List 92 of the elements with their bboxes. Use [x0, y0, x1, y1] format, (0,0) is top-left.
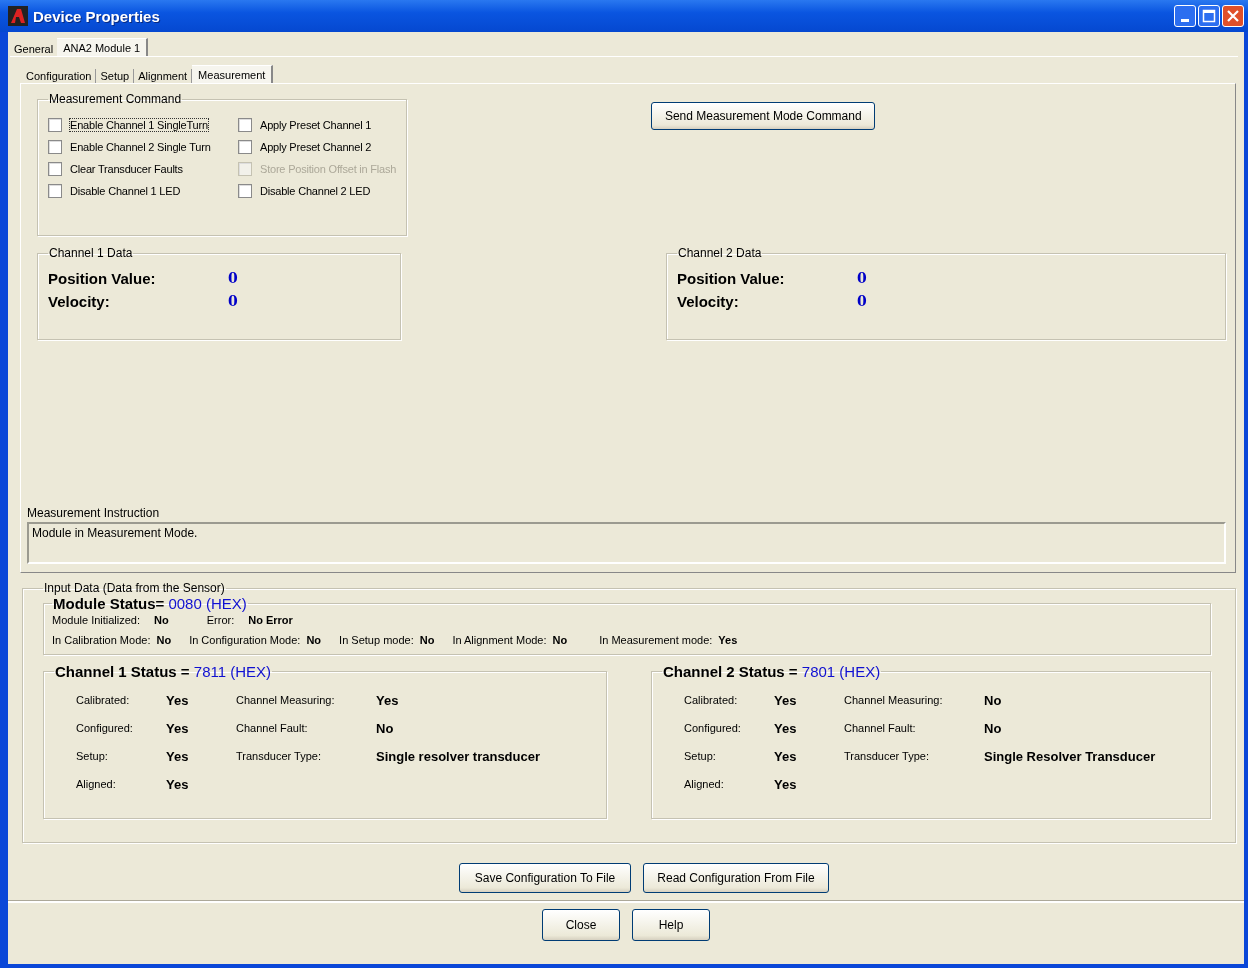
field-label: Velocity: [48, 293, 111, 310]
status-value: No Error [248, 614, 293, 626]
status-value: No [306, 634, 322, 646]
status-value: Yes [718, 634, 738, 646]
checkbox-label: Apply Preset Channel 2 [260, 141, 372, 153]
status-value: No [154, 614, 169, 626]
app-logo-icon [8, 6, 28, 26]
status-label: Configured: [684, 722, 742, 734]
dialog-button[interactable]: Help [632, 909, 710, 941]
tab[interactable]: Measurement [192, 65, 274, 83]
instruction-text: Module in Measurement Mode. [27, 522, 1226, 564]
status-value: Yes [166, 720, 189, 736]
checkbox[interactable] [48, 118, 62, 132]
status-label: Calibrated: [684, 694, 739, 706]
status-label: Channel Measuring: [236, 694, 336, 706]
maximize-icon [1202, 9, 1216, 23]
status-value: 7811 (HEX) [193, 663, 272, 680]
field-label: Position Value: [677, 270, 786, 287]
field-label: Velocity: [677, 293, 740, 310]
status-label: In Calibration Mode: [52, 634, 151, 646]
maximize-button[interactable] [1198, 5, 1220, 27]
window-title: Device Properties [33, 7, 161, 25]
send-command-button[interactable]: Send Measurement Mode Command [651, 102, 876, 130]
checkbox[interactable] [48, 140, 62, 154]
status-label: Calibrated: [76, 694, 131, 706]
status-value: No [376, 720, 394, 736]
status-value: No [156, 634, 172, 646]
status-label: In Configuration Mode: [189, 634, 301, 646]
checkbox[interactable] [238, 184, 252, 198]
field-value: 0 [228, 293, 238, 310]
close-button[interactable] [1222, 5, 1244, 27]
checkbox[interactable] [48, 162, 62, 176]
group-title: Channel 2 Data [677, 246, 763, 260]
status-value: 0080 (HEX) [168, 595, 247, 612]
status-value: Yes [774, 748, 797, 764]
checkbox[interactable] [238, 118, 252, 132]
field-value: 0 [228, 270, 238, 287]
status-label: Transducer Type: [236, 750, 322, 762]
minimize-icon [1181, 18, 1189, 22]
checkbox[interactable] [48, 184, 62, 198]
status-label: Aligned: [76, 778, 117, 790]
field-value: 0 [857, 270, 867, 287]
checkbox-label: Enable Channel 1 SingleTurn [70, 119, 208, 131]
status-label: Setup: [76, 750, 109, 762]
status-label: Configured: [76, 722, 134, 734]
group-title: Channel 2 Status = [663, 663, 798, 680]
checkbox-label: Store Position Offset in Flash [260, 163, 397, 175]
status-value: Yes [166, 776, 189, 792]
status-value: Single resolver transducer [376, 748, 540, 764]
status-value: Yes [774, 720, 797, 736]
checkbox-label: Enable Channel 2 Single Turn [70, 141, 211, 153]
status-value: Yes [774, 776, 797, 792]
checkbox-label: Clear Transducer Faults [70, 163, 183, 175]
minimize-button[interactable] [1174, 5, 1196, 27]
status-value: Yes [774, 692, 797, 708]
checkbox[interactable] [238, 140, 252, 154]
status-label: Transducer Type: [844, 750, 930, 762]
checkbox-label: Disable Channel 2 LED [260, 185, 371, 197]
status-label: Channel Fault: [844, 722, 917, 734]
status-value: 7801 (HEX) [801, 663, 881, 680]
tab[interactable]: ANA2 Module 1 [57, 38, 149, 56]
status-value: Yes [376, 692, 399, 708]
status-value: Single Resolver Transducer [984, 748, 1156, 764]
status-label: In Alignment Mode: [452, 634, 547, 646]
checkbox-label: Disable Channel 1 LED [70, 185, 181, 197]
dialog-button[interactable]: Close [542, 909, 620, 941]
status-label: Aligned: [684, 778, 725, 790]
file-button[interactable]: Save Configuration To File [459, 863, 631, 893]
status-label: In Measurement mode: [599, 634, 713, 646]
group-title: Channel 1 Status = [55, 663, 190, 680]
field-value: 0 [857, 293, 867, 310]
status-value: No [984, 720, 1002, 736]
checkbox-label: Apply Preset Channel 1 [260, 119, 372, 131]
status-value: No [552, 634, 568, 646]
group-title: Measurement Command [48, 92, 183, 106]
instruction-label: Measurement Instruction [27, 506, 161, 520]
group-title: Input Data (Data from the Sensor) [43, 581, 226, 595]
file-button[interactable]: Read Configuration From File [643, 863, 829, 893]
close-icon [1226, 9, 1240, 23]
status-value: No [419, 634, 435, 646]
field-label: Position Value: [48, 270, 157, 287]
status-label: Error: [206, 614, 235, 626]
status-label: Channel Measuring: [844, 694, 944, 706]
status-value: Yes [166, 748, 189, 764]
status-value: No [984, 692, 1002, 708]
status-label: In Setup mode: [339, 634, 414, 646]
status-label: Module Initialized: [52, 614, 141, 626]
group-title: Channel 1 Data [48, 246, 134, 260]
status-value: Yes [166, 692, 189, 708]
status-label: Setup: [684, 750, 717, 762]
group-title: Module Status= [53, 595, 165, 612]
status-label: Channel Fault: [236, 722, 309, 734]
